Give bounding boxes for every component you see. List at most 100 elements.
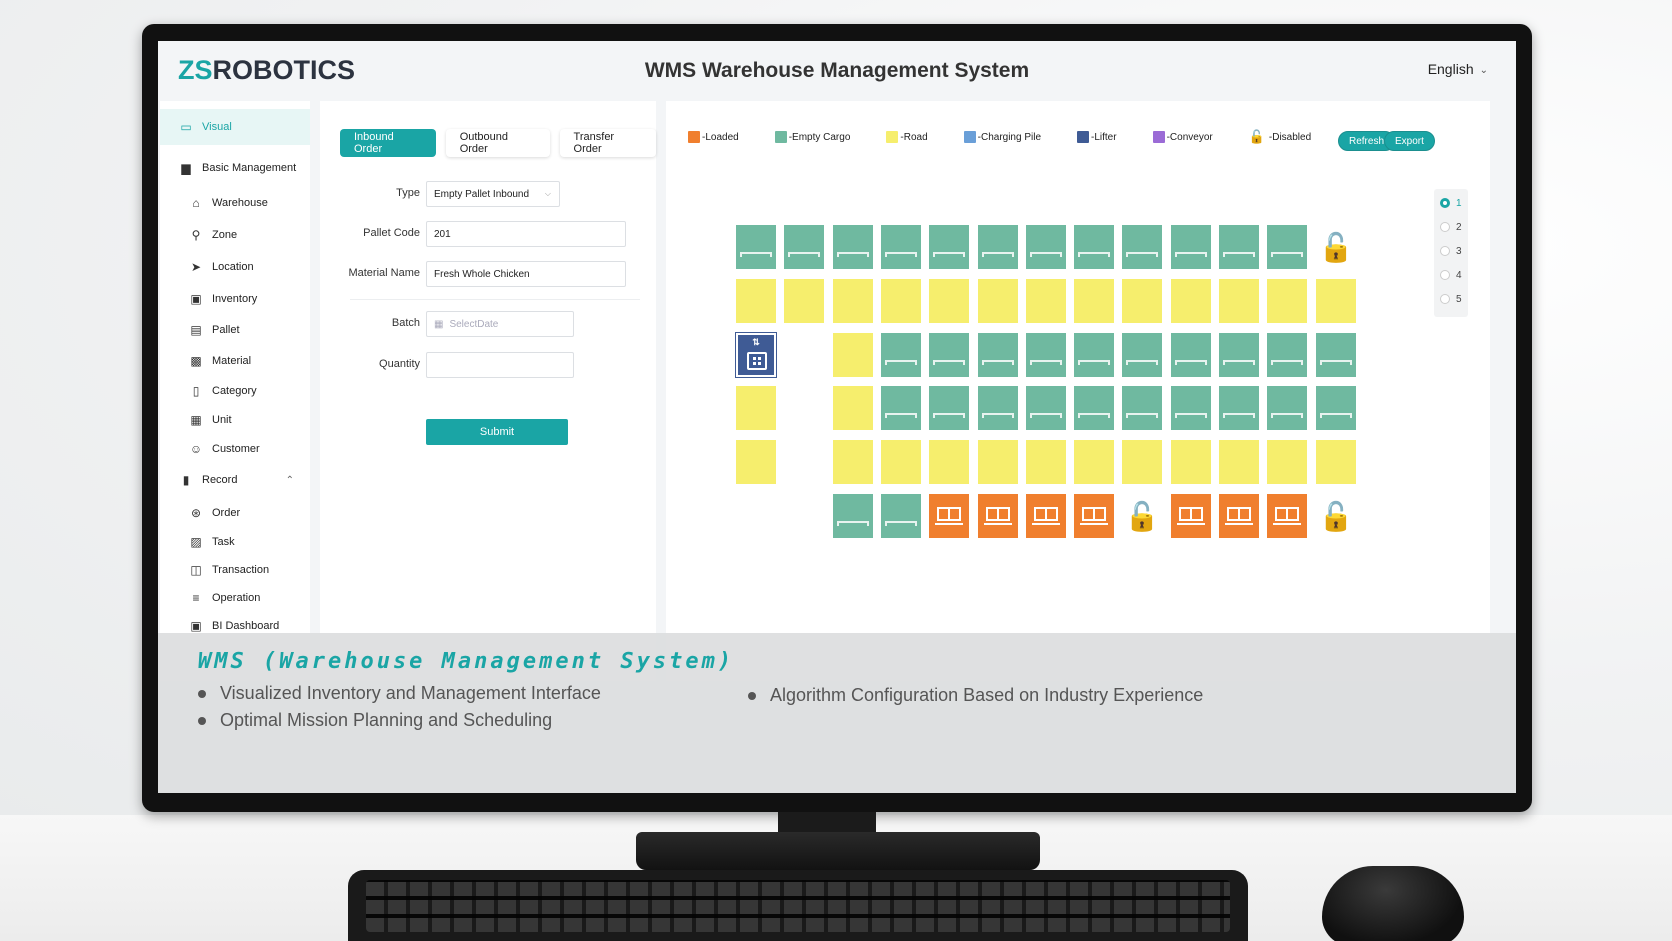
cell-empty-cargo[interactable] <box>1074 386 1114 430</box>
batch-date-picker[interactable]: ▦ SelectDate <box>426 311 574 337</box>
sidebar-item-customer[interactable]: ☺ Customer <box>160 434 310 464</box>
level-option-2[interactable]: 2 <box>1440 219 1462 235</box>
cell-road[interactable] <box>1026 440 1066 484</box>
cell-loaded[interactable] <box>1026 494 1066 538</box>
cell-empty-cargo[interactable] <box>1026 333 1066 377</box>
cell-empty-cargo[interactable] <box>1074 333 1114 377</box>
cell-road[interactable] <box>1267 440 1307 484</box>
cell-loaded[interactable] <box>1219 494 1259 538</box>
cell-road[interactable] <box>929 440 969 484</box>
submit-button[interactable]: Submit <box>426 419 568 445</box>
cell-road[interactable] <box>1316 279 1356 323</box>
cell-empty-cargo[interactable] <box>929 225 969 269</box>
cell-empty-cargo[interactable] <box>1026 386 1066 430</box>
cell-road[interactable] <box>1219 440 1259 484</box>
export-button[interactable]: Export <box>1384 131 1435 151</box>
sidebar-item-zone[interactable]: ⚲ Zone <box>160 220 310 250</box>
type-select[interactable]: Empty Pallet Inbound ⌵ <box>426 181 560 207</box>
tab-outbound-order[interactable]: Outbound Order <box>445 129 550 157</box>
cell-empty-cargo[interactable] <box>1026 225 1066 269</box>
cell-empty-cargo[interactable] <box>1316 386 1356 430</box>
cell-road[interactable] <box>1122 440 1162 484</box>
cell-loaded[interactable] <box>1074 494 1114 538</box>
pallet-code-input[interactable]: 201 <box>426 221 626 247</box>
cell-road[interactable] <box>833 386 873 430</box>
cell-lifter[interactable]: ⇅ <box>735 332 777 378</box>
cell-empty-cargo[interactable] <box>1219 333 1259 377</box>
cell-road[interactable] <box>1171 279 1211 323</box>
cell-road[interactable] <box>784 279 824 323</box>
cell-empty-cargo[interactable] <box>784 225 824 269</box>
cell-road[interactable] <box>1074 440 1114 484</box>
cell-loaded[interactable] <box>929 494 969 538</box>
cell-road[interactable] <box>978 279 1018 323</box>
cell-empty-cargo[interactable] <box>1267 333 1307 377</box>
cell-road[interactable] <box>1026 279 1066 323</box>
cell-disabled[interactable]: 🔓 <box>1316 494 1356 538</box>
cell-empty-cargo[interactable] <box>881 386 921 430</box>
cell-empty-cargo[interactable] <box>929 386 969 430</box>
cell-road[interactable] <box>833 440 873 484</box>
cell-disabled[interactable]: 🔓 <box>1316 225 1356 269</box>
sidebar-item-task[interactable]: ▨ Task <box>160 527 310 557</box>
cell-disabled[interactable]: 🔓 <box>1122 494 1162 538</box>
sidebar-item-inventory[interactable]: ▣ Inventory <box>160 284 310 314</box>
cell-road[interactable] <box>736 386 776 430</box>
cell-road[interactable] <box>1219 279 1259 323</box>
cell-road[interactable] <box>736 279 776 323</box>
sidebar-item-basic-management[interactable]: ▆ Basic Management <box>160 153 310 183</box>
sidebar-item-record[interactable]: ▮ Record ⌃ <box>160 465 310 495</box>
sidebar-item-operation[interactable]: ≡ Operation <box>160 583 310 613</box>
tab-transfer-order[interactable]: Transfer Order <box>559 129 656 157</box>
cell-road[interactable] <box>833 279 873 323</box>
cell-empty-cargo[interactable] <box>1171 386 1211 430</box>
cell-empty-cargo[interactable] <box>1122 386 1162 430</box>
tab-inbound-order[interactable]: Inbound Order <box>340 129 436 157</box>
cell-road[interactable] <box>978 440 1018 484</box>
cell-road[interactable] <box>1074 279 1114 323</box>
level-option-5[interactable]: 5 <box>1440 291 1462 307</box>
sidebar-item-material[interactable]: ▩ Material <box>160 346 310 376</box>
cell-empty-cargo[interactable] <box>1267 386 1307 430</box>
cell-empty-cargo[interactable] <box>881 494 921 538</box>
level-option-4[interactable]: 4 <box>1440 267 1462 283</box>
cell-empty-cargo[interactable] <box>1074 225 1114 269</box>
cell-empty-cargo[interactable] <box>833 225 873 269</box>
cell-empty-cargo[interactable] <box>881 333 921 377</box>
cell-empty-cargo[interactable] <box>1122 333 1162 377</box>
cell-road[interactable] <box>736 440 776 484</box>
cell-road[interactable] <box>881 279 921 323</box>
cell-loaded[interactable] <box>1267 494 1307 538</box>
cell-empty-cargo[interactable] <box>1171 225 1211 269</box>
sidebar-item-unit[interactable]: ▦ Unit <box>160 405 310 435</box>
cell-empty-cargo[interactable] <box>1267 225 1307 269</box>
cell-empty-cargo[interactable] <box>736 225 776 269</box>
cell-empty-cargo[interactable] <box>929 333 969 377</box>
sidebar-item-pallet[interactable]: ▤ Pallet <box>160 315 310 345</box>
cell-empty-cargo[interactable] <box>1171 333 1211 377</box>
cell-loaded[interactable] <box>978 494 1018 538</box>
level-option-1[interactable]: 1 <box>1440 195 1462 211</box>
cell-empty-cargo[interactable] <box>1219 225 1259 269</box>
cell-road[interactable] <box>1171 440 1211 484</box>
cell-road[interactable] <box>833 333 873 377</box>
sidebar-item-transaction[interactable]: ◫ Transaction <box>160 555 310 585</box>
sidebar-item-warehouse[interactable]: ⌂ Warehouse <box>160 188 310 218</box>
cell-road[interactable] <box>1316 440 1356 484</box>
cell-empty-cargo[interactable] <box>881 225 921 269</box>
cell-road[interactable] <box>881 440 921 484</box>
quantity-input[interactable] <box>426 352 574 378</box>
cell-loaded[interactable] <box>1171 494 1211 538</box>
cell-road[interactable] <box>929 279 969 323</box>
cell-empty-cargo[interactable] <box>978 333 1018 377</box>
cell-empty-cargo[interactable] <box>1316 333 1356 377</box>
cell-empty-cargo[interactable] <box>978 225 1018 269</box>
cell-empty-cargo[interactable] <box>1122 225 1162 269</box>
sidebar-item-order[interactable]: ⊛ Order <box>160 498 310 528</box>
sidebar-item-location[interactable]: ➤ Location <box>160 252 310 282</box>
language-selector[interactable]: English ⌄ <box>1428 61 1488 77</box>
sidebar-item-visual[interactable]: ▭ Visual <box>160 109 310 145</box>
cell-empty-cargo[interactable] <box>833 494 873 538</box>
sidebar-item-category[interactable]: ▯ Category <box>160 376 310 406</box>
level-option-3[interactable]: 3 <box>1440 243 1462 259</box>
